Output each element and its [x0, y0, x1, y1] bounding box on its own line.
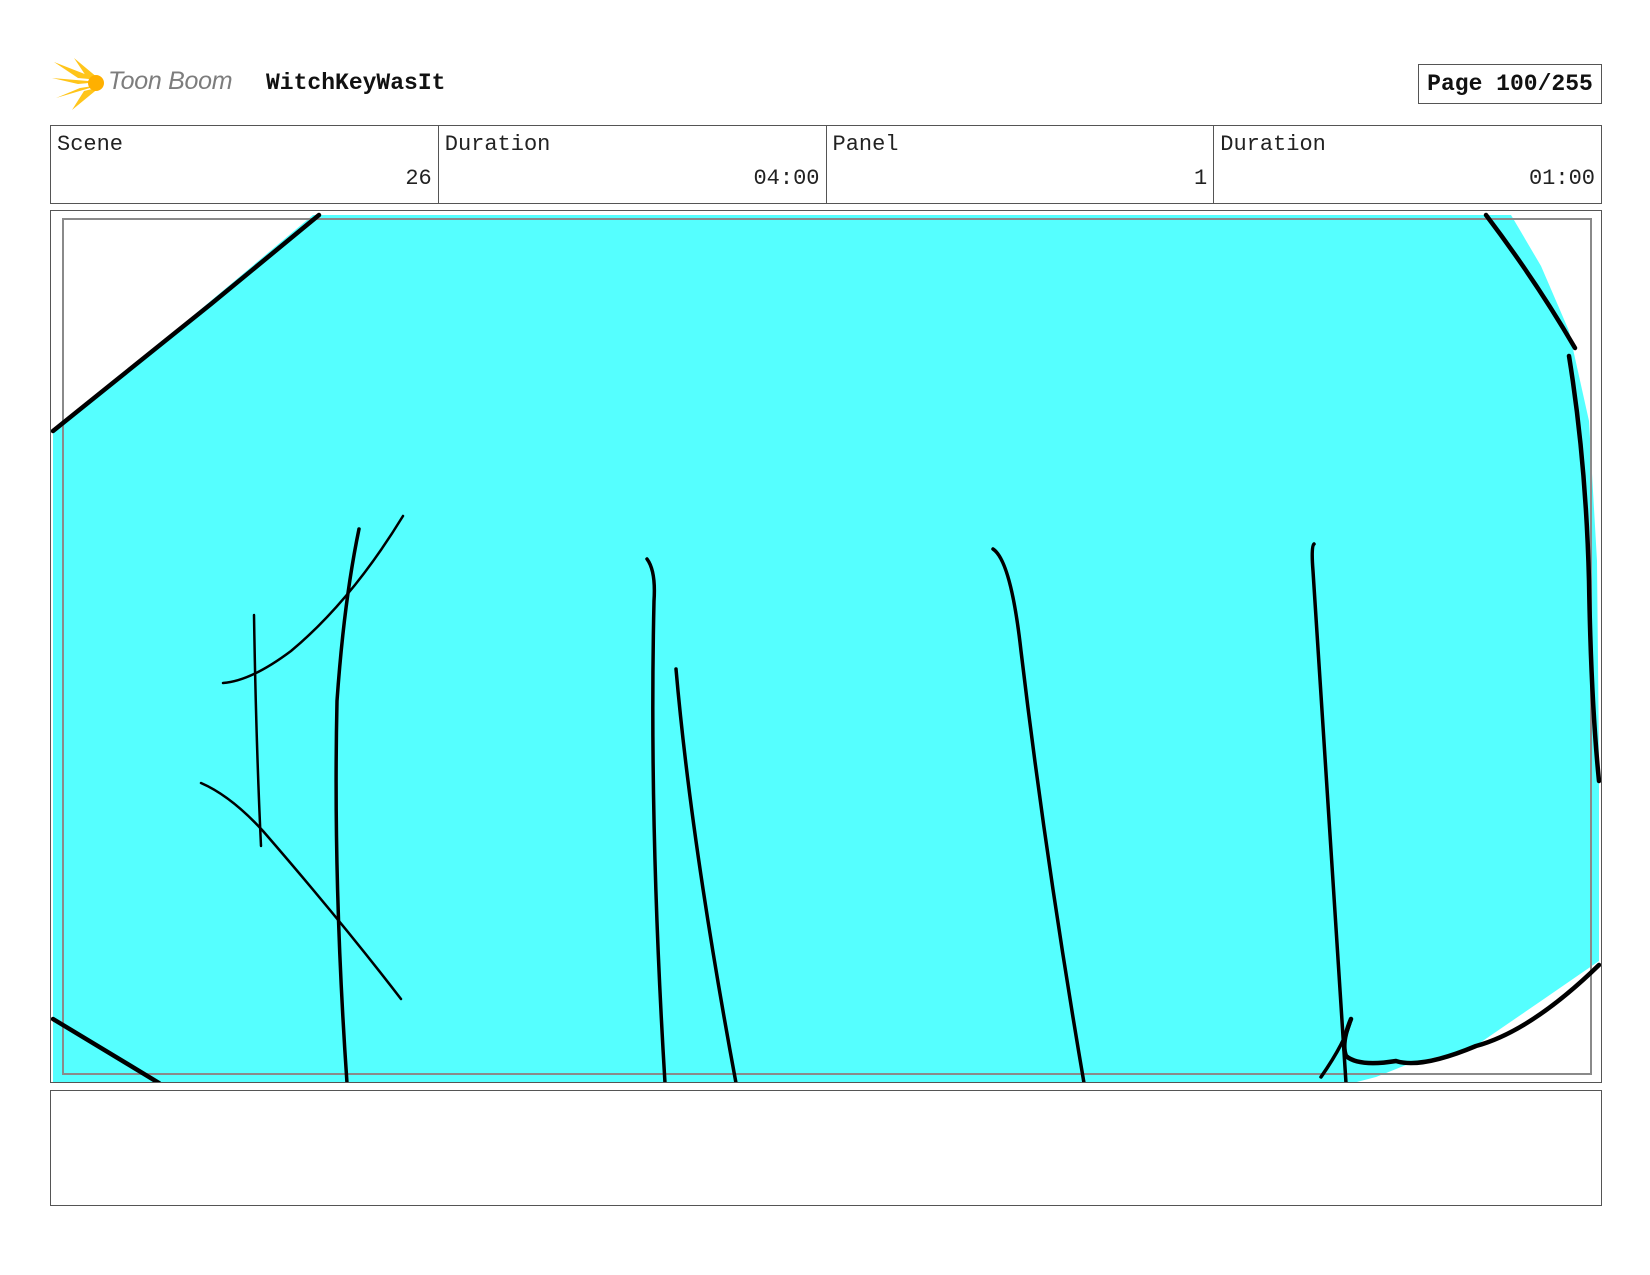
page-indicator: Page 100/255 — [1418, 64, 1602, 104]
panel-info-table: Scene 26 Duration 04:00 Panel 1 Duration… — [50, 125, 1602, 204]
panel-drawing — [51, 212, 1601, 1082]
cyan-fill-shape — [53, 215, 1599, 1082]
scene-label: Scene — [57, 132, 124, 157]
scene-duration-cell: Duration 04:00 — [439, 126, 827, 203]
scene-duration-label: Duration — [444, 132, 551, 157]
panel-duration-label: Duration — [1220, 132, 1326, 157]
project-title: WitchKeyWasIt — [266, 70, 446, 96]
panel-cell: Panel 1 — [827, 126, 1215, 203]
toon-boom-logo: Toon Boom — [52, 58, 252, 112]
logo-wordmark: Toon Boom — [108, 67, 233, 95]
panel-value: 1 — [1194, 166, 1208, 191]
scene-cell: Scene 26 — [51, 126, 439, 203]
sun-flare-icon — [52, 58, 104, 110]
panel-duration-value: 01:00 — [1528, 166, 1595, 191]
panel-label: Panel — [832, 132, 899, 157]
storyboard-panel — [50, 210, 1602, 1083]
scene-duration-value: 04:00 — [753, 166, 820, 191]
scene-value: 26 — [405, 166, 432, 191]
panel-duration-cell: Duration 01:00 — [1214, 126, 1601, 203]
panel-notes-box — [50, 1090, 1602, 1206]
